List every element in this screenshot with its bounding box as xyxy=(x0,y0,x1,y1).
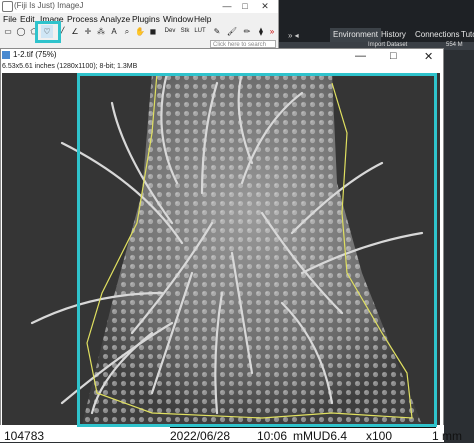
hand-tool-icon[interactable]: ✋ xyxy=(134,25,146,38)
maximize-button[interactable]: □ xyxy=(236,0,254,13)
image-info: 6.53x5.61 inches (1280x1100); 8-bit; 1.3… xyxy=(2,63,138,70)
magnifier-tool-icon[interactable]: ⌕ xyxy=(121,25,133,38)
menu-analyze[interactable]: Analyze xyxy=(100,14,130,24)
sem-id: 104783 xyxy=(4,429,45,443)
image-close-button[interactable]: ✕ xyxy=(424,50,433,63)
point-tool-icon[interactable]: ✛ xyxy=(82,25,94,38)
fiji-title: (Fiji Is Just) ImageJ xyxy=(14,1,84,10)
color-picker-tool-icon[interactable]: ◼ xyxy=(147,25,159,38)
fiji-title-bar: (Fiji Is Just) ImageJ — □ ✕ xyxy=(0,0,278,13)
image-minimize-button[interactable]: — xyxy=(355,50,366,62)
menu-window[interactable]: Window xyxy=(163,14,193,24)
pencil-tool-icon[interactable]: ✏ xyxy=(241,25,253,38)
tab-connections[interactable]: Connections xyxy=(412,28,462,42)
tab-tutorial[interactable]: Tuto xyxy=(458,28,474,42)
image-maximize-button[interactable]: □ xyxy=(390,50,397,62)
image-window-icon xyxy=(2,51,10,59)
tab-environment[interactable]: Environment xyxy=(330,28,381,42)
text-tool-icon[interactable]: A xyxy=(108,25,120,38)
menu-help[interactable]: Help xyxy=(194,14,211,24)
close-button[interactable]: ✕ xyxy=(256,0,274,13)
menu-process[interactable]: Process xyxy=(67,14,98,24)
tab-history[interactable]: History xyxy=(378,28,409,42)
pen-tool-icon[interactable]: ✎ xyxy=(211,25,223,38)
collapse-arrows-icon[interactable]: » ◂ xyxy=(288,31,299,40)
minimize-button[interactable]: — xyxy=(218,0,236,13)
rectangle-tool-icon[interactable]: ▭ xyxy=(2,25,14,38)
wand-tool-icon[interactable]: ⁂ xyxy=(95,25,107,38)
more-tools-icon[interactable]: » xyxy=(266,25,278,38)
menu-edit[interactable]: Edit xyxy=(20,14,35,24)
dev-tool-icon[interactable]: Dev xyxy=(164,25,176,38)
roi-highlight-box xyxy=(77,73,437,427)
tool-highlight-box xyxy=(35,21,61,43)
sem-mode: mMUD6.4 xyxy=(293,429,348,443)
menu-plugins[interactable]: Plugins xyxy=(132,14,160,24)
sem-magnification: x100 xyxy=(366,429,393,443)
brush-tool-icon[interactable]: 🖌 xyxy=(226,25,238,38)
image-window-title: 1-2.tif (75%) xyxy=(13,50,57,59)
sem-scale: 1 mm xyxy=(432,429,462,443)
angle-tool-icon[interactable]: ∠ xyxy=(69,25,81,38)
oval-tool-icon[interactable]: ◯ xyxy=(15,25,27,38)
stk-tool-icon[interactable]: Stk xyxy=(179,25,191,38)
memory-usage: 554 M xyxy=(446,42,463,48)
sem-time: 10:06 xyxy=(257,429,288,443)
search-input[interactable]: Click here to search xyxy=(210,40,276,48)
sem-date: 2022/06/28 xyxy=(170,429,231,443)
fiji-app-icon xyxy=(2,1,13,12)
lut-tool-icon[interactable]: LUT xyxy=(194,25,206,38)
menu-file[interactable]: File xyxy=(3,14,17,24)
